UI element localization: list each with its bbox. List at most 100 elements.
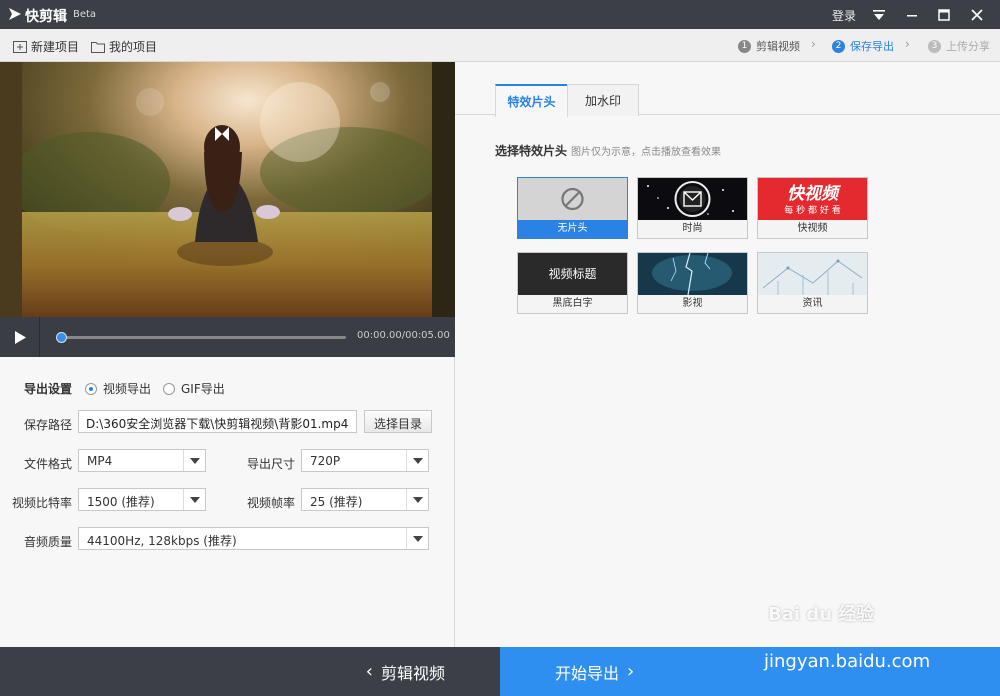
format-select[interactable]: MP4: [78, 449, 206, 472]
intro-option-none[interactable]: 无片头: [517, 177, 628, 239]
intro-image-subtitle: 每 秒 都 好 看: [784, 206, 841, 216]
news-intro-image: [762, 259, 863, 295]
chevron-left-icon: ‹: [365, 661, 373, 682]
intro-option-film[interactable]: 影视: [637, 252, 748, 314]
menu-dropdown-button[interactable]: [864, 0, 894, 29]
size-select[interactable]: 720P: [301, 449, 429, 472]
intro-preview: [758, 253, 867, 295]
export-settings-label: 导出设置: [24, 382, 73, 396]
baidu-jingyan-watermark: Bai du 经验: [768, 604, 875, 625]
minimize-button[interactable]: [897, 0, 927, 29]
intro-image-title: 视频标题: [548, 267, 597, 281]
radio-video-export[interactable]: 视频导出: [85, 380, 151, 397]
video-preview[interactable]: [0, 62, 455, 317]
save-path-input[interactable]: D:\360安全浏览器下载\快剪辑视频\背影01.mp4: [78, 410, 357, 433]
my-projects-button[interactable]: 我的项目: [91, 38, 157, 55]
intro-option-black-white[interactable]: 视频标题 黑底白字: [517, 252, 628, 314]
radio-label: 视频导出: [103, 382, 152, 396]
intro-label: 快视频: [758, 220, 867, 238]
my-projects-label: 我的项目: [109, 40, 158, 54]
options-panel: 特效片头 加水印 选择特效片头 图片仅为示意，点击播放查看效果 无片头 时尚 快…: [455, 62, 1000, 647]
toolbar: 新建项目 我的项目 1 剪辑视频 › 2 保存导出 › 3 上传分享: [0, 29, 1000, 62]
step-number: 1: [738, 39, 751, 53]
new-project-button[interactable]: 新建项目: [13, 38, 79, 55]
chevron-down-icon: [183, 450, 205, 471]
close-icon: [971, 8, 983, 21]
progress-bar[interactable]: [58, 336, 346, 339]
title-bar: 快剪辑 Beta 登录: [0, 0, 1000, 29]
tab-watermark[interactable]: 加水印: [567, 84, 639, 116]
preview-panel: 00:00.00/00:05.00 导出设置 视频导出 GIF导出 保存路径 D…: [0, 62, 455, 647]
intro-option-fast-video[interactable]: 快视频 每 秒 都 好 看 快视频: [757, 177, 868, 239]
new-project-label: 新建项目: [31, 40, 80, 54]
format-label: 文件格式: [24, 457, 73, 471]
format-value: MP4: [87, 454, 113, 468]
edit-video-button[interactable]: ‹ 剪辑视频: [0, 647, 500, 696]
folder-icon: [91, 41, 105, 53]
step-save-export[interactable]: 2 保存导出: [832, 38, 894, 54]
step-upload-share[interactable]: 3 上传分享: [928, 38, 990, 54]
chevron-down-icon: [183, 489, 205, 510]
intro-image-title: 快视频: [787, 184, 838, 204]
chevron-right-icon: ›: [811, 37, 816, 51]
chevron-right-icon: ›: [627, 661, 635, 682]
bitrate-value: 1500 (推荐): [87, 495, 155, 509]
size-label: 导出尺寸: [247, 457, 296, 471]
edit-video-label: 剪辑视频: [380, 663, 445, 683]
audio-quality-label: 音频质量: [24, 535, 73, 549]
intro-option-fashion[interactable]: 时尚: [637, 177, 748, 239]
step-number: 3: [928, 39, 941, 53]
player-controls: 00:00.00/00:05.00: [0, 317, 455, 357]
play-icon: [14, 330, 26, 344]
minimize-icon: [907, 14, 917, 16]
app-title: 快剪辑: [25, 9, 67, 25]
step-label: 保存导出: [850, 40, 894, 53]
chevron-down-icon: [406, 489, 428, 510]
bitrate-select[interactable]: 1500 (推荐): [78, 488, 206, 511]
start-export-label: 开始导出: [555, 663, 620, 683]
step-edit-video[interactable]: 1 剪辑视频: [738, 38, 800, 54]
watermark-url: jingyan.baidu.com: [764, 651, 931, 672]
intro-preview: 快视频 每 秒 都 好 看: [758, 178, 867, 220]
app-logo-icon: [9, 8, 21, 20]
progress-handle[interactable]: [56, 332, 67, 343]
section-hint: 图片仅为示意，点击播放查看效果: [571, 147, 721, 158]
chevron-right-icon: ›: [905, 37, 910, 51]
maximize-icon: [938, 8, 950, 21]
tab-bar: 特效片头 加水印: [455, 62, 1000, 117]
no-entry-icon: [561, 187, 584, 211]
browse-directory-button[interactable]: 选择目录: [364, 410, 433, 433]
film-intro-image: [638, 253, 747, 295]
save-path-label: 保存路径: [24, 418, 73, 432]
intro-preview: [638, 178, 747, 220]
chevron-down-icon: [406, 450, 428, 471]
intro-label: 资讯: [758, 295, 867, 313]
intro-preview: [638, 253, 747, 295]
intro-option-news[interactable]: 资讯: [757, 252, 868, 314]
new-project-icon: [13, 40, 27, 53]
close-button[interactable]: [962, 0, 992, 29]
intro-label: 时尚: [638, 220, 747, 238]
play-button[interactable]: [0, 317, 40, 357]
radio-selected-icon: [85, 382, 97, 395]
intro-label: 黑底白字: [518, 295, 627, 313]
fashion-intro-image: [647, 181, 734, 217]
beta-label: Beta: [73, 9, 97, 20]
intro-label: 无片头: [518, 220, 627, 238]
section-title: 选择特效片头: [495, 144, 568, 158]
tab-intro-effects[interactable]: 特效片头: [495, 84, 568, 117]
step-number: 2: [832, 39, 845, 53]
step-label: 剪辑视频: [756, 40, 800, 53]
framerate-select[interactable]: 25 (推荐): [301, 488, 429, 511]
export-settings: 导出设置 视频导出 GIF导出 保存路径 D:\360安全浏览器下载\快剪辑视频…: [0, 357, 455, 647]
video-frame-image: [0, 62, 455, 317]
audio-quality-select[interactable]: 44100Hz, 128kbps (推荐): [78, 527, 429, 550]
radio-label: GIF导出: [181, 382, 225, 396]
maximize-button[interactable]: [929, 0, 959, 29]
menu-icon: [873, 9, 885, 20]
playback-time: 00:00.00/00:05.00: [357, 330, 450, 341]
login-link[interactable]: 登录: [832, 7, 856, 24]
intro-preview: 视频标题: [518, 253, 627, 295]
radio-gif-export[interactable]: GIF导出: [163, 380, 225, 397]
size-value: 720P: [310, 454, 341, 468]
